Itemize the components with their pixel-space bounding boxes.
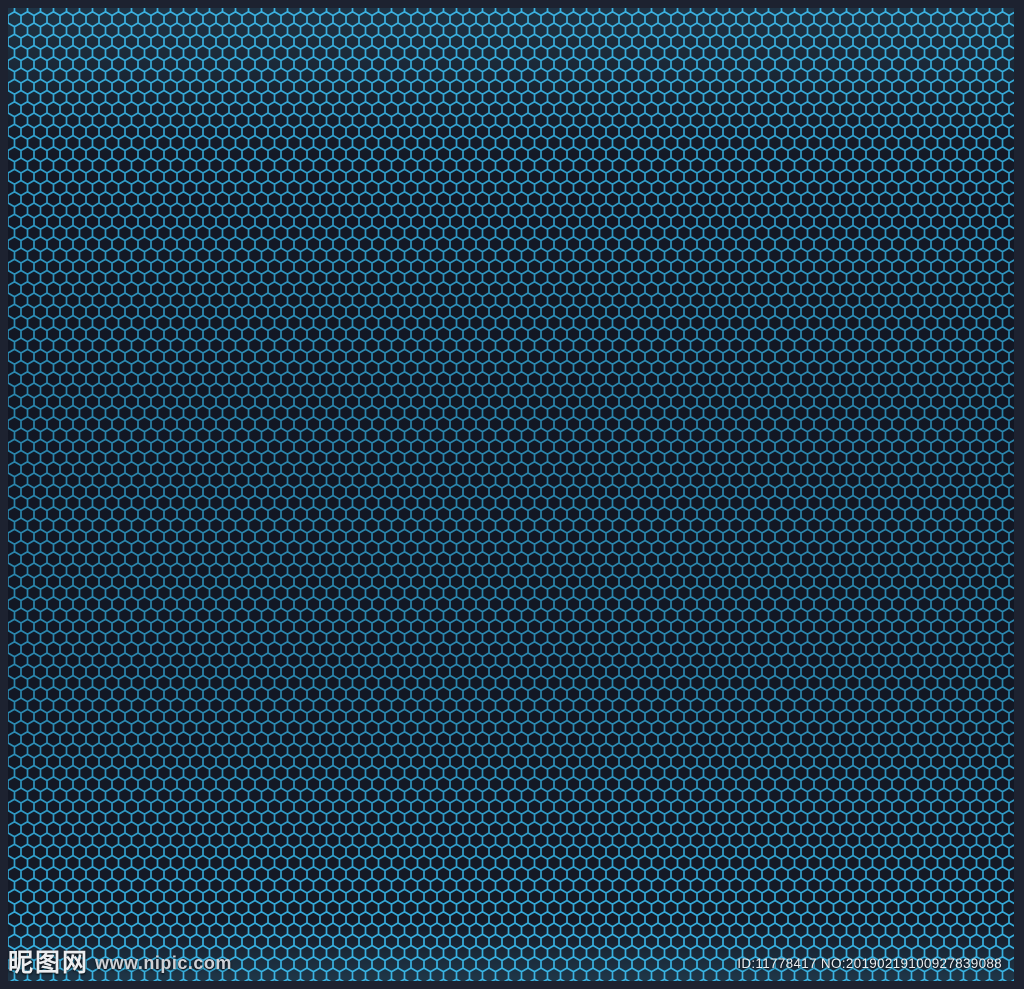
site-url-text: www.nipic.com bbox=[95, 953, 232, 973]
background-texture: 昵图网 www.nipic.com ID:11778417 NO:2019021… bbox=[0, 0, 1024, 989]
watermark-id-text: ID:11778417 NO:20190219100927839088 bbox=[737, 955, 1002, 971]
hexagon-pattern-svg bbox=[8, 8, 1014, 981]
site-name-logo: 昵图网 bbox=[8, 948, 90, 977]
nipic-logo: 昵图网 www.nipic.com bbox=[8, 948, 232, 977]
hexagon-mesh bbox=[8, 8, 1014, 981]
watermark-bar: 昵图网 www.nipic.com ID:11778417 NO:2019021… bbox=[0, 943, 1024, 989]
